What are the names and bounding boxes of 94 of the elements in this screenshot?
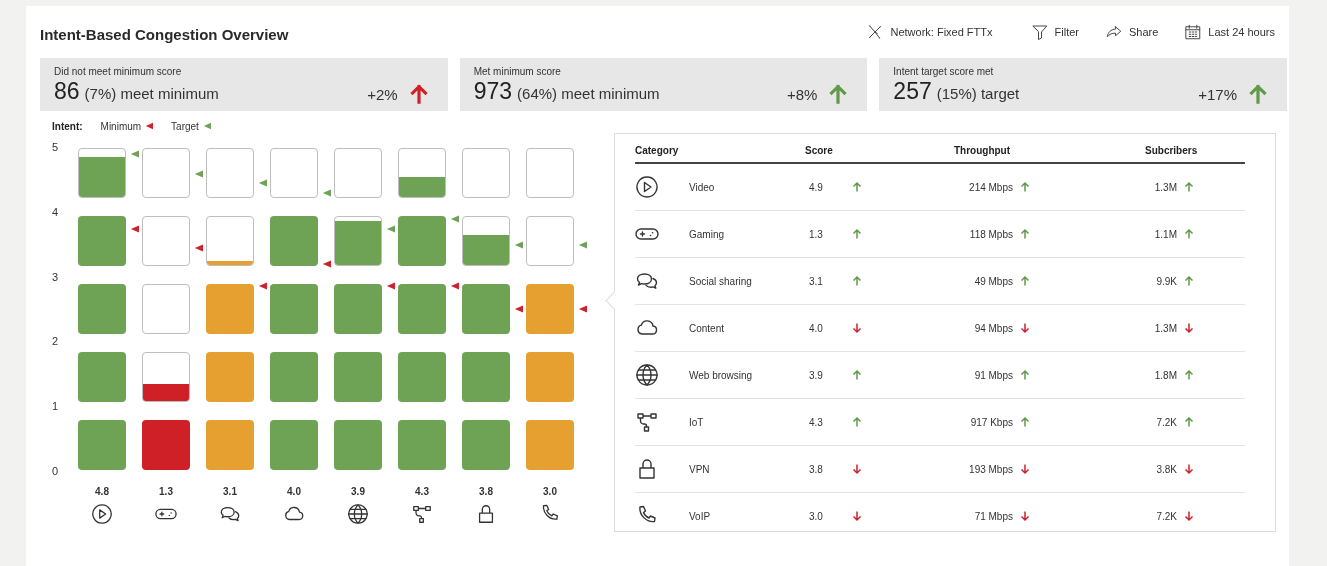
minimum-marker (130, 223, 139, 234)
table-cell-text: 1.3M (1153, 322, 1177, 334)
target-marker (322, 188, 331, 199)
column-score: 4.0 (287, 486, 301, 497)
table-cell-text: 3.9 (809, 369, 824, 381)
axis-label: 1 (52, 400, 60, 413)
toolbar-button[interactable]: Filter (1024, 21, 1085, 43)
kpi-change: +8% (786, 85, 818, 103)
minimum-marker (386, 281, 395, 292)
table-cell-text: 3.0 (809, 510, 824, 522)
table-cell-text: 4.3 (809, 416, 824, 428)
axis-label: 0 (52, 465, 60, 477)
minimum-marker-icon (145, 122, 154, 130)
column-score: 4.8 (95, 486, 109, 497)
table-cell-text: 1.8M (1153, 369, 1177, 381)
kpi-value: 973 (473, 78, 513, 105)
minimum-marker (450, 281, 459, 292)
table-cell-text: VoIP (689, 510, 712, 522)
target-marker (514, 239, 523, 250)
minimum-marker (322, 258, 331, 269)
toolbar-button[interactable]: Network: Fixed FTTx (860, 21, 999, 43)
column-score: 3.8 (479, 486, 493, 497)
target-marker (258, 178, 267, 189)
table-cell-text: 94 Mbps (973, 322, 1013, 334)
play-icon (635, 175, 659, 199)
filter-icon (1030, 23, 1049, 41)
target-marker (194, 168, 203, 179)
target-marker (386, 223, 395, 234)
column-score: 4.3 (415, 486, 429, 497)
column-score: 3.1 (223, 486, 237, 497)
table-cell-text: 49 Mbps (973, 275, 1013, 287)
axis-label: 2 (52, 335, 60, 348)
table-cell-text: 91 Mbps (973, 369, 1013, 381)
legend-title: Intent: (52, 120, 83, 132)
table-cell-text: 4.0 (809, 322, 824, 334)
table-cell-text: 3.1 (809, 275, 824, 287)
minimum-marker (194, 242, 203, 253)
kpi-change: +17% (1198, 85, 1237, 103)
target-marker (578, 239, 587, 250)
kpi-change: +2% (367, 85, 398, 103)
table-cell-text: Web browsing (689, 369, 754, 381)
target-marker (130, 149, 139, 160)
table-cell-text: 1.3M (1153, 181, 1177, 193)
legend-label: Minimum (100, 120, 142, 132)
legend-label: Target (171, 120, 199, 132)
column-header: Throughput (952, 144, 1012, 156)
minimum-marker (258, 281, 267, 292)
table-cell-text: 4.9 (809, 181, 824, 193)
kpi-detail: (7%) meet minimum (84, 85, 219, 102)
table-cell-text: Social sharing (689, 275, 753, 287)
table-cell-text: 1.3 (809, 228, 824, 240)
table-cell-text: 7.2K (1155, 416, 1177, 428)
kpi-label: Did not meet minimum score (54, 66, 183, 77)
column-score: 1.3 (159, 486, 173, 497)
kpi-label: Intent target score met (893, 66, 995, 77)
table-cell-text: VPN (689, 463, 711, 475)
toolbar-button[interactable]: Last 24 hours (1178, 21, 1281, 43)
axis-label: 5 (52, 141, 60, 153)
table-cell-text: Video (689, 181, 716, 193)
table-cell-text: 193 Mbps (968, 463, 1013, 475)
table-cell-text: Gaming (689, 228, 725, 240)
play-icon (91, 503, 113, 525)
axis-label: 4 (52, 205, 60, 218)
table-cell-text: 118 Mpbs (968, 228, 1013, 240)
table-cell-text: 214 Mbps (968, 181, 1013, 193)
column-header: Category (635, 144, 680, 156)
kpi-detail: (15%) target (936, 85, 1020, 102)
table-cell-text: 3.8K (1155, 463, 1177, 475)
kpi-detail: (64%) meet minimum (517, 85, 660, 102)
kpi-value: 86 (54, 78, 80, 105)
column-header: Subcribers (1145, 144, 1198, 156)
page-title: Intent-Based Congestion Overview (40, 25, 289, 43)
kpi-label: Met minimum score (473, 66, 562, 77)
table-cell-text: 7.2K (1155, 510, 1177, 522)
column-score: 3.9 (351, 486, 365, 497)
target-marker (450, 213, 459, 224)
table-cell-text: IoT (689, 416, 705, 428)
toolbar-button[interactable]: Share (1099, 21, 1165, 43)
axis-label: 3 (52, 270, 60, 283)
globe-icon (347, 503, 369, 525)
column-header: Score (805, 144, 834, 156)
calendar-icon (1184, 23, 1203, 41)
column-score: 3.0 (543, 486, 557, 497)
table-cell-text: 1.1M (1153, 228, 1177, 240)
minimum-marker (578, 304, 587, 314)
table-cell-text: 917 Kbps (969, 416, 1013, 428)
kpi-value: 257 (893, 78, 932, 105)
table-cell-text: Content (689, 322, 726, 334)
target-marker-icon (202, 122, 211, 130)
globe-icon (635, 363, 659, 387)
table-cell-text: 9.9K (1155, 275, 1177, 287)
minimum-marker (514, 304, 523, 314)
table-cell-text: 3.8 (809, 463, 824, 475)
table-cell-text: 71 Mbps (973, 510, 1013, 522)
